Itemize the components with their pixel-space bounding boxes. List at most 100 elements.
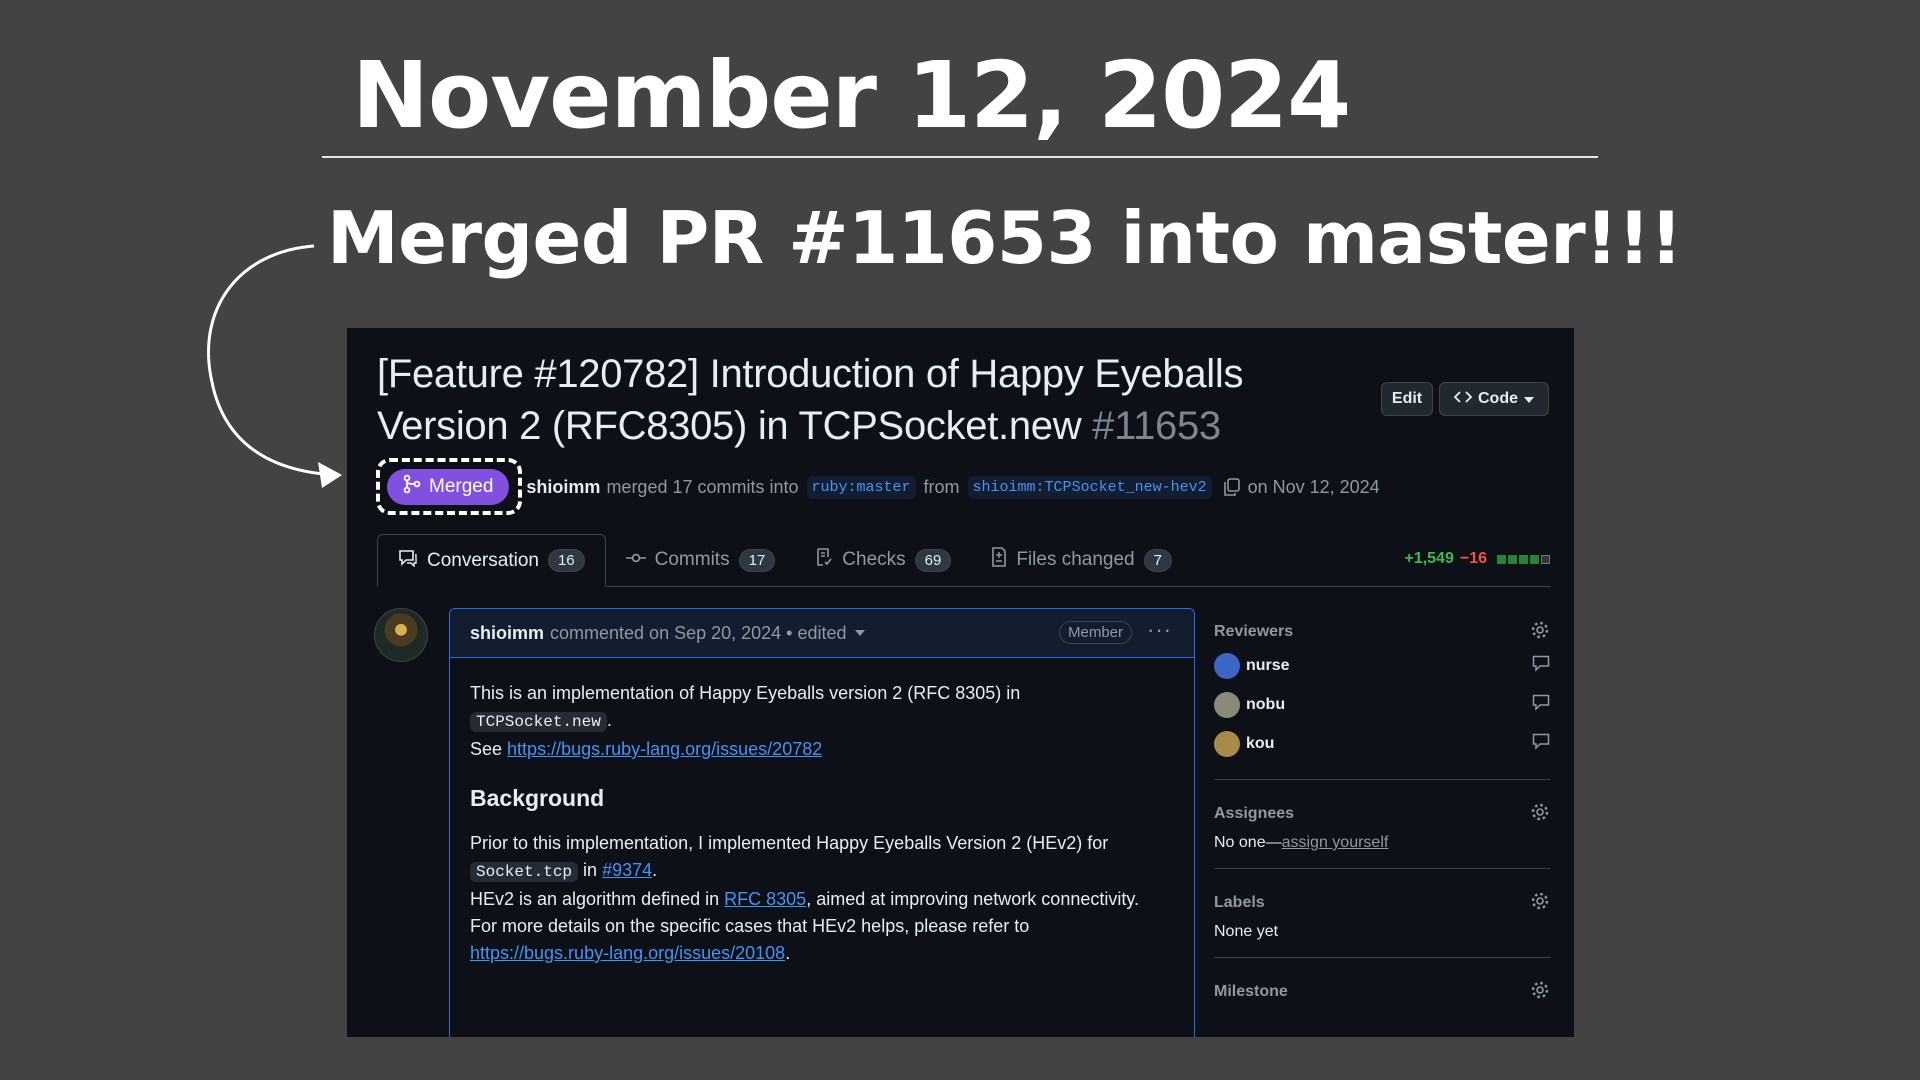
assignees-value: No one—assign yourself <box>1214 834 1550 852</box>
text: No one— <box>1214 834 1282 851</box>
comment-icon <box>1532 733 1550 755</box>
gear-icon[interactable] <box>1530 980 1550 1005</box>
reviewers-heading: Reviewers <box>1214 623 1294 640</box>
diffstat-block <box>1508 554 1517 564</box>
labels-value: None yet <box>1214 923 1279 940</box>
merged-text: merged 17 commits into <box>606 476 799 497</box>
diffstat-block <box>1541 554 1550 564</box>
text: Prior to this implementation, I implemen… <box>470 833 1109 853</box>
text: , aimed at improving network connectivit… <box>806 889 1140 909</box>
assignees-section: Assignees No one—assign yourself <box>1214 800 1550 869</box>
pr-meta: Merged shioimm merged 17 commits into ru… <box>375 458 1380 515</box>
comment-icon <box>1532 694 1550 716</box>
kebab-horizontal-icon[interactable]: ··· <box>1147 617 1172 643</box>
deletions-count: −16 <box>1459 550 1487 567</box>
tab-files-changed[interactable]: Files changed 7 <box>971 534 1192 586</box>
issue-link[interactable]: https://bugs.ruby-lang.org/issues/20108 <box>470 943 785 963</box>
labels-heading: Labels <box>1214 894 1265 911</box>
github-pr-panel: [Feature #120782] Introduction of Happy … <box>347 328 1574 1037</box>
avatar[interactable] <box>374 608 428 662</box>
paragraph: Prior to this implementation, I implemen… <box>470 833 1140 963</box>
reviewer-name: nurse <box>1246 656 1290 674</box>
comment-meta[interactable]: commented on Sep 20, 2024 • edited <box>550 623 847 644</box>
comment-icon <box>398 549 418 573</box>
slide-title: November 12, 2024 <box>352 42 1351 149</box>
text: in <box>583 860 598 880</box>
rfc-link[interactable]: RFC 8305 <box>724 889 806 909</box>
gear-icon[interactable] <box>1530 891 1550 916</box>
assignees-heading: Assignees <box>1214 805 1295 822</box>
checklist-icon <box>815 547 833 573</box>
diffstat-block <box>1497 554 1506 564</box>
merged-status-label: Merged <box>429 476 494 497</box>
file-diff-icon <box>991 547 1007 573</box>
additions-count: +1,549 <box>1404 550 1454 567</box>
tab-label: Files changed <box>1016 549 1135 570</box>
gear-icon[interactable] <box>1530 802 1550 827</box>
comment-body: This is an implementation of Happy Eyeba… <box>450 658 1194 989</box>
pr-description-comment: shioimm commented on Sep 20, 2024 • edit… <box>449 608 1195 1037</box>
copy-icon[interactable] <box>1222 477 1242 497</box>
inline-code: Socket.tcp <box>470 862 579 882</box>
base-branch[interactable]: ruby:master <box>806 475 916 499</box>
diffstat: +1,549 −16 <box>1404 550 1550 568</box>
slide-subtitle: Merged PR #11653 into master!!! <box>327 196 1683 280</box>
reviewer-item[interactable]: kou <box>1214 724 1550 763</box>
gear-icon[interactable] <box>1530 620 1550 645</box>
tab-count: 7 <box>1143 548 1172 572</box>
pr-link[interactable]: #9374 <box>602 860 652 880</box>
reviewer-item[interactable]: nurse <box>1214 646 1550 685</box>
edit-button[interactable]: Edit <box>1381 382 1433 416</box>
reviewers-section: Reviewers nurse nobu kou <box>1214 618 1550 780</box>
section-heading: Background <box>470 785 605 811</box>
triangle-down-icon <box>1524 390 1534 408</box>
merged-highlight: Merged <box>375 458 523 515</box>
head-branch[interactable]: shioimm:TCPSocket_new-hev2 <box>967 475 1212 499</box>
reviewer-item[interactable]: nobu <box>1214 685 1550 724</box>
chevron-down-icon[interactable] <box>854 630 865 636</box>
tab-count: 69 <box>914 548 952 572</box>
code-button[interactable]: Code <box>1439 382 1549 416</box>
comment-icon <box>1532 655 1550 677</box>
avatar <box>1214 691 1240 718</box>
comment-header: shioimm commented on Sep 20, 2024 • edit… <box>450 609 1194 658</box>
pr-tabs: Conversation 16 Commits 17 Checks 69 Fil… <box>377 534 1550 587</box>
comment-author-link[interactable]: shioimm <box>470 623 544 644</box>
tab-conversation[interactable]: Conversation 16 <box>377 534 606 587</box>
labels-section: Labels None yet <box>1214 889 1550 958</box>
tab-label: Checks <box>842 549 906 570</box>
tab-count: 17 <box>738 548 776 572</box>
diffstat-block <box>1519 554 1528 564</box>
pr-author-link[interactable]: shioimm <box>526 477 600 498</box>
text: See <box>470 739 503 759</box>
merged-status-badge: Merged <box>387 469 510 505</box>
curved-arrow-icon <box>207 244 342 488</box>
avatar <box>1214 730 1240 757</box>
milestone-section: Milestone <box>1214 978 1550 1022</box>
code-icon <box>1453 390 1473 409</box>
tab-count: 16 <box>547 549 585 572</box>
member-badge: Member <box>1058 621 1132 644</box>
git-merge-icon <box>403 474 421 500</box>
tab-label: Commits <box>654 549 730 570</box>
tab-checks[interactable]: Checks 69 <box>795 534 971 586</box>
reviewer-name: nobu <box>1246 695 1286 713</box>
pr-number: #11653 <box>1092 404 1221 448</box>
tab-commits[interactable]: Commits 17 <box>606 534 796 586</box>
edit-button-label: Edit <box>1391 390 1423 407</box>
text: For more details on the specific cases t… <box>470 916 1030 936</box>
pr-title: [Feature #120782] Introduction of Happy … <box>377 348 1307 452</box>
from-text: from <box>923 476 960 497</box>
paragraph: This is an implementation of Happy Eyeba… <box>470 683 1021 759</box>
text: HEv2 is an algorithm defined in <box>470 889 720 909</box>
issue-link[interactable]: https://bugs.ruby-lang.org/issues/20782 <box>507 739 822 759</box>
avatar <box>1214 652 1240 679</box>
text: This is an implementation of Happy Eyeba… <box>470 683 1021 703</box>
commit-icon <box>625 549 646 571</box>
tab-label: Conversation <box>427 549 539 571</box>
code-button-label: Code <box>1478 390 1518 407</box>
assign-yourself-link[interactable]: assign yourself <box>1282 834 1389 851</box>
reviewer-name: kou <box>1246 734 1275 752</box>
milestone-heading: Milestone <box>1214 983 1288 1000</box>
diffstat-block <box>1530 554 1539 564</box>
